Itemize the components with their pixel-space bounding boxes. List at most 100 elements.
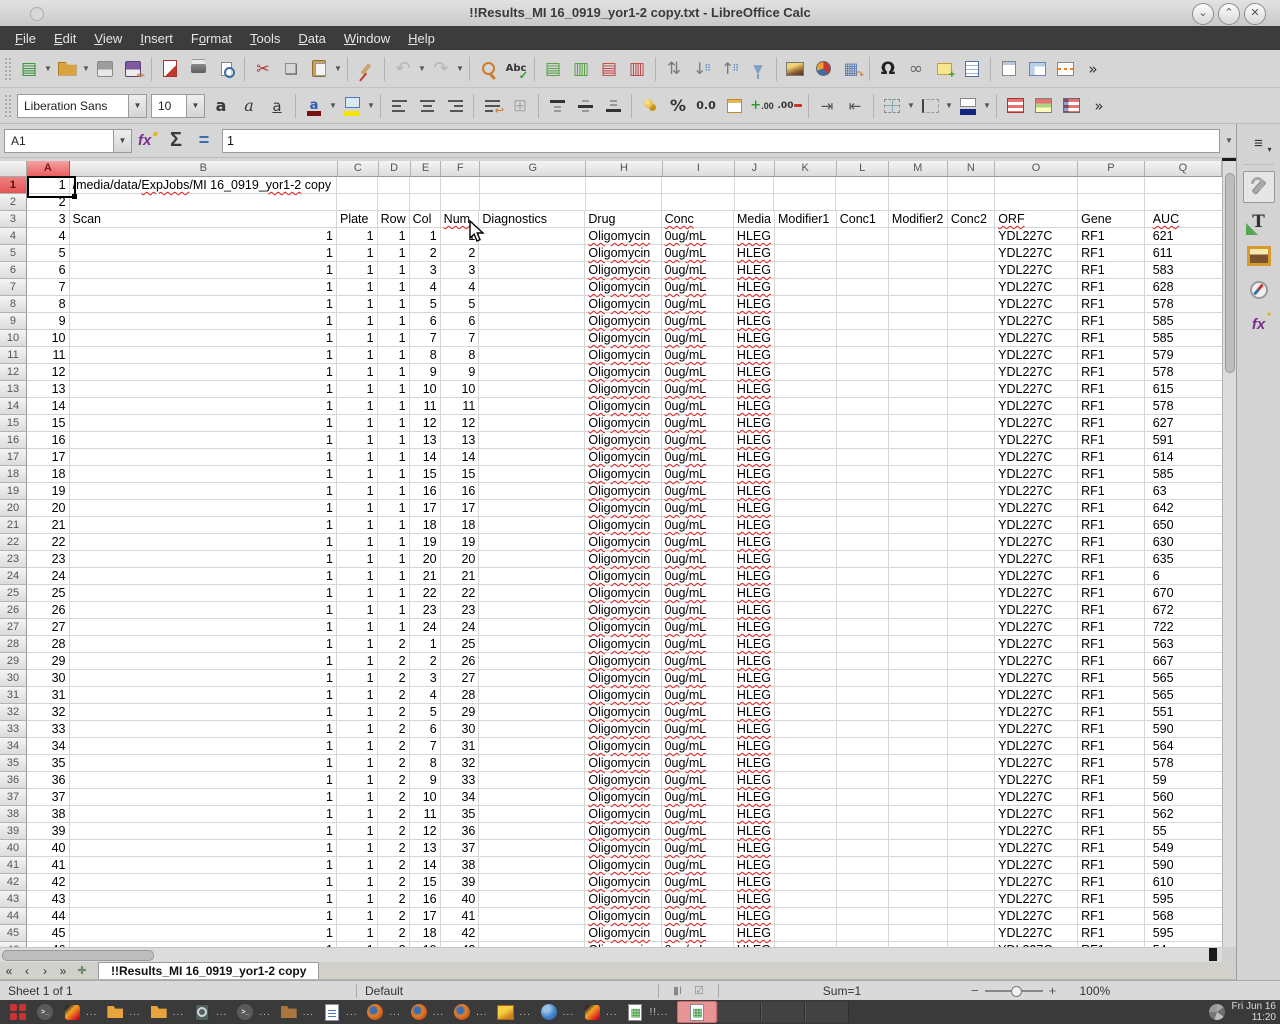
cell-E7[interactable]: 4 — [410, 279, 441, 296]
cell-E35[interactable]: 8 — [410, 755, 441, 772]
column-header-G[interactable]: G — [480, 161, 586, 177]
cell-E18[interactable]: 15 — [410, 466, 441, 483]
cell-A33[interactable]: 33 — [27, 721, 70, 738]
cell-H24[interactable]: Oligomycin — [585, 568, 661, 585]
cell-A45[interactable]: 45 — [27, 925, 70, 942]
cell-L38[interactable] — [837, 806, 889, 823]
row-header-18[interactable]: 18 — [0, 466, 27, 483]
cell-L16[interactable] — [837, 432, 889, 449]
cell-K29[interactable] — [775, 653, 837, 670]
cell-B10[interactable]: 1 — [70, 330, 337, 347]
column-header-L[interactable]: L — [837, 161, 889, 177]
cell-C12[interactable]: 1 — [337, 364, 378, 381]
row-header-17[interactable]: 17 — [0, 449, 27, 466]
cell-O10[interactable]: YDL227C — [995, 330, 1078, 347]
cell-K16[interactable] — [775, 432, 837, 449]
cell-O28[interactable]: YDL227C — [995, 636, 1078, 653]
cell-M5[interactable] — [889, 245, 948, 262]
cell-F10[interactable]: 7 — [441, 330, 480, 347]
cell-K37[interactable] — [775, 789, 837, 806]
zoom-out-icon[interactable]: − — [971, 983, 979, 998]
cell-I12[interactable]: 0ug/mL — [662, 364, 734, 381]
taskbar-item-text-document[interactable]: ... — [323, 1003, 357, 1021]
cell-L6[interactable] — [837, 262, 889, 279]
cell-I8[interactable]: 0ug/mL — [662, 296, 734, 313]
insert-image-icon[interactable] — [782, 56, 808, 82]
cell-F36[interactable]: 33 — [441, 772, 480, 789]
sort-descending-icon[interactable] — [717, 56, 743, 82]
cell-Q45[interactable]: 595 — [1145, 925, 1222, 942]
cell-M7[interactable] — [889, 279, 948, 296]
taskbar-item-image-viewer[interactable]: ... — [496, 1003, 530, 1021]
cell-A36[interactable]: 36 — [27, 772, 70, 789]
cell-J42[interactable]: HLEG — [734, 874, 775, 891]
redo-icon[interactable] — [428, 56, 454, 82]
cell-A18[interactable]: 18 — [27, 466, 70, 483]
cell-Q11[interactable]: 579 — [1145, 347, 1222, 364]
cell-L30[interactable] — [837, 670, 889, 687]
cell-N8[interactable] — [948, 296, 995, 313]
cell-E30[interactable]: 3 — [410, 670, 441, 687]
cell-K19[interactable] — [775, 483, 837, 500]
cell-O18[interactable]: YDL227C — [995, 466, 1078, 483]
cell-N1[interactable] — [948, 177, 995, 194]
cell-H30[interactable]: Oligomycin — [585, 670, 661, 687]
cell-G7[interactable] — [479, 279, 585, 296]
cell-N43[interactable] — [948, 891, 995, 908]
cell-M13[interactable] — [889, 381, 948, 398]
cell-C13[interactable]: 1 — [337, 381, 378, 398]
cell-L28[interactable] — [837, 636, 889, 653]
cell-E27[interactable]: 24 — [410, 619, 441, 636]
cell-J3[interactable]: Media — [734, 211, 775, 228]
freeze-panes-icon[interactable] — [1024, 56, 1050, 82]
cell-F27[interactable]: 24 — [441, 619, 480, 636]
cell-P3[interactable]: Gene — [1078, 211, 1145, 228]
cell-O21[interactable]: YDL227C — [995, 517, 1078, 534]
cell-A6[interactable]: 6 — [27, 262, 70, 279]
insert-comment-icon[interactable] — [931, 56, 957, 82]
cell-M8[interactable] — [889, 296, 948, 313]
cell-P15[interactable]: RF1 — [1078, 415, 1145, 432]
cell-F22[interactable]: 19 — [441, 534, 480, 551]
functions-icon[interactable] — [1244, 309, 1274, 339]
cell-G10[interactable] — [479, 330, 585, 347]
cell-G5[interactable] — [479, 245, 585, 262]
menu-data[interactable]: Data — [289, 28, 334, 49]
cell-J17[interactable]: HLEG — [734, 449, 775, 466]
cell-N5[interactable] — [948, 245, 995, 262]
row-header-14[interactable]: 14 — [0, 398, 27, 415]
cell-A22[interactable]: 22 — [27, 534, 70, 551]
cell-I22[interactable]: 0ug/mL — [662, 534, 734, 551]
cond-format-icons-icon[interactable] — [1058, 93, 1084, 119]
cell-D4[interactable]: 1 — [378, 228, 410, 245]
cell-I23[interactable]: 0ug/mL — [662, 551, 734, 568]
cell-J19[interactable]: HLEG — [734, 483, 775, 500]
cell-B37[interactable]: 1 — [70, 789, 337, 806]
taskbar-item-app-menu[interactable] — [9, 1003, 27, 1021]
cell-E11[interactable]: 8 — [410, 347, 441, 364]
cell-N29[interactable] — [948, 653, 995, 670]
cell-J16[interactable]: HLEG — [734, 432, 775, 449]
cell-L10[interactable] — [837, 330, 889, 347]
cell-K23[interactable] — [775, 551, 837, 568]
cell-Q17[interactable]: 614 — [1145, 449, 1222, 466]
cell-B9[interactable]: 1 — [70, 313, 337, 330]
cell-D27[interactable]: 1 — [378, 619, 410, 636]
cell-K4[interactable] — [775, 228, 837, 245]
cell-N9[interactable] — [948, 313, 995, 330]
cell-P5[interactable]: RF1 — [1078, 245, 1145, 262]
cell-A24[interactable]: 24 — [27, 568, 70, 585]
cell-K6[interactable] — [775, 262, 837, 279]
save-as-icon[interactable] — [120, 56, 146, 82]
cell-N38[interactable] — [948, 806, 995, 823]
cell-G8[interactable] — [479, 296, 585, 313]
cell-H8[interactable]: Oligomycin — [585, 296, 661, 313]
taskbar-item-matlab[interactable]: ... — [583, 1003, 617, 1021]
taskbar-item-folder[interactable]: ... — [150, 1003, 184, 1021]
cell-L29[interactable] — [837, 653, 889, 670]
row-header-12[interactable]: 12 — [0, 364, 27, 381]
cell-F30[interactable]: 27 — [441, 670, 480, 687]
cell-E4[interactable]: 1 — [410, 228, 441, 245]
minimize-button[interactable]: ⌄ — [1192, 3, 1214, 25]
cell-A7[interactable]: 7 — [27, 279, 70, 296]
